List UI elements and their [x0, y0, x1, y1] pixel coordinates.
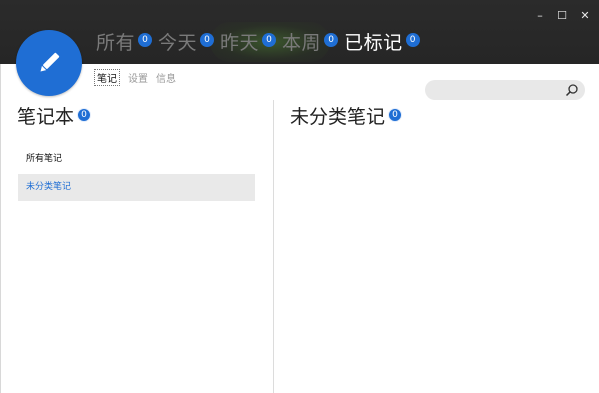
tab-this-week[interactable]: 本周 0: [282, 31, 339, 55]
panel-divider[interactable]: [273, 100, 274, 393]
subnav-info[interactable]: 信息: [156, 70, 176, 85]
app-logo-new-note-button[interactable]: [16, 30, 82, 96]
tab-this-week-count-badge: 0: [324, 33, 339, 47]
tab-today[interactable]: 今天 0: [158, 31, 215, 55]
tab-all-count-badge: 0: [138, 33, 153, 47]
tab-marked-count-badge: 0: [405, 33, 420, 47]
subnav-settings[interactable]: 设置: [128, 70, 148, 85]
notebooks-title: 笔记本: [17, 106, 75, 128]
tab-this-week-label: 本周: [282, 32, 322, 54]
tab-all[interactable]: 所有 0: [96, 31, 153, 55]
tab-marked-label: 已标记: [344, 32, 403, 54]
tab-marked[interactable]: 已标记 0: [344, 31, 420, 55]
minimize-button[interactable]: –: [531, 8, 549, 24]
pencil-icon: [40, 52, 60, 72]
notes-panel-title: 未分类笔记: [290, 106, 386, 128]
date-filter-tabs: 所有 0 今天 0 昨天 0 本周 0 已标记 0: [96, 30, 426, 56]
tab-all-label: 所有: [96, 32, 136, 54]
notes-panel-header: 未分类笔记 0: [290, 106, 403, 128]
maximize-button[interactable]: ☐: [553, 8, 571, 24]
search-input[interactable]: [425, 80, 585, 100]
sub-navigation: 笔记 设置 信息: [94, 69, 184, 86]
subnav-notes[interactable]: 笔记: [94, 69, 120, 86]
search-icon[interactable]: [565, 83, 579, 97]
notebooks-count-badge: 0: [77, 108, 92, 122]
tab-yesterday-label: 昨天: [220, 32, 260, 54]
notebooks-header: 笔记本 0: [17, 106, 92, 128]
tab-today-label: 今天: [158, 32, 198, 54]
tab-today-count-badge: 0: [200, 33, 215, 47]
notes-panel-count-badge: 0: [388, 108, 403, 122]
tab-yesterday[interactable]: 昨天 0: [220, 31, 277, 55]
tab-yesterday-count-badge: 0: [262, 33, 277, 47]
window-left-border: [0, 64, 1, 393]
close-button[interactable]: ✕: [576, 8, 594, 24]
notebook-item-uncategorized[interactable]: 未分类笔记: [18, 174, 255, 201]
notebook-item-all-notes[interactable]: 所有笔记: [18, 146, 255, 173]
